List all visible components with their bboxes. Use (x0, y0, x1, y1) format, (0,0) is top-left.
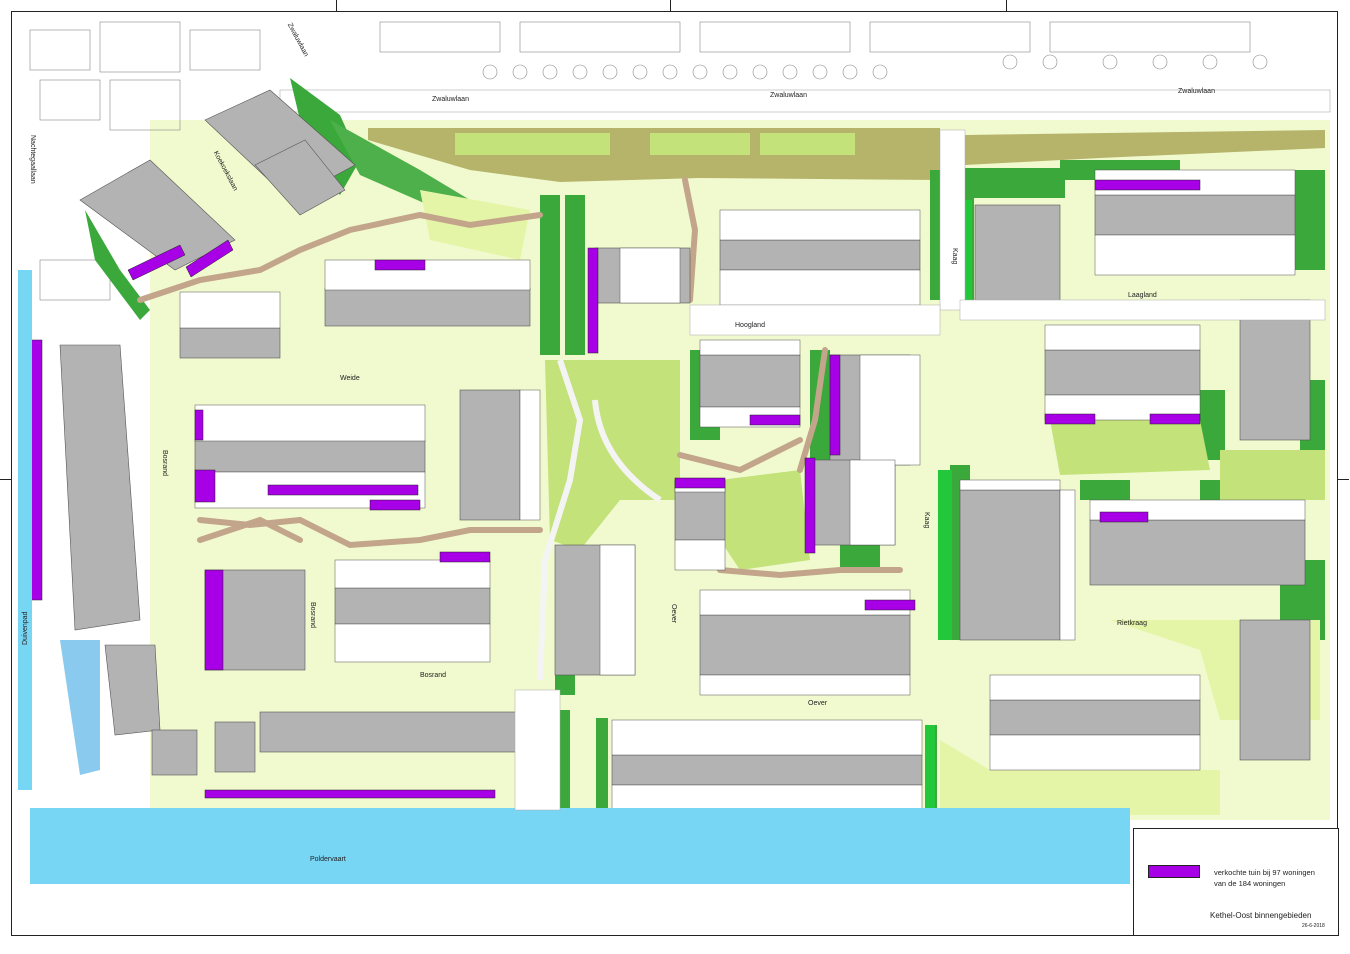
street-label-duivenpad: Duivenpad (22, 611, 29, 645)
legend-line-1: verkochte tuin bij 97 woningen (1214, 868, 1315, 877)
street-label-weide: Weide (340, 375, 360, 382)
frame-tick (0, 479, 12, 480)
poldervaart-water (30, 808, 1130, 884)
street-label-laagland: Laagland (1128, 292, 1157, 299)
street-label-nachtegaallaan: Nachtegaallaan (29, 135, 36, 184)
legend-date: 26-6-2018 (1302, 923, 1325, 929)
frame-tick (1006, 0, 1007, 12)
street-label-bosrand-1: Bosrand (161, 450, 168, 477)
street-label-zwaluwlaan-1: Zwaluwlaan (432, 96, 469, 103)
water-label-poldervaart: Poldervaart (310, 856, 346, 863)
legend-box: verkochte tuin bij 97 woningen van de 18… (1133, 828, 1339, 936)
street-label-bosrand-2: Bosrand (309, 602, 316, 629)
frame-tick (670, 0, 671, 12)
street-label-rietkraag: Rietkraag (1117, 620, 1147, 627)
tree-row (482, 54, 1268, 80)
site-plan-map (18, 21, 1331, 884)
legend-line-2: van de 184 woningen (1214, 879, 1286, 888)
street-label-oever-1: Oever (670, 604, 677, 624)
legend-title: Kethel-Oost binnengebieden (1210, 911, 1312, 920)
street-label-kaag-2: Kaag (923, 512, 930, 529)
street-label-bosrand-3: Bosrand (420, 672, 447, 679)
legend-swatch-sold-garden (1148, 865, 1200, 878)
frame-tick (336, 0, 337, 12)
frame-tick (1337, 479, 1349, 480)
street-label-kaag-1: Kaag (951, 248, 958, 265)
street-label-zwaluwlaan-3: Zwaluwlaan (1178, 88, 1215, 95)
street-label-hoogland: Hoogland (735, 322, 765, 329)
street-label-zwaluwlaan-2: Zwaluwlaan (770, 92, 807, 99)
street-label-oever-2: Oever (808, 700, 828, 707)
